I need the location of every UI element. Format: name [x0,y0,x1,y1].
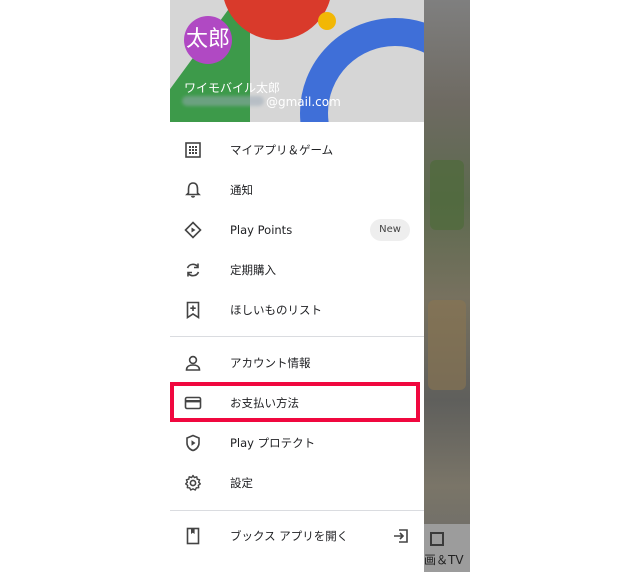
bottom-tab-movies[interactable]: 画＆TV [424,524,470,572]
divider [170,336,424,337]
person-icon [185,355,201,371]
menu-item-partial[interactable] [170,556,424,572]
open-app-icon[interactable] [392,567,410,572]
shield-play-icon [186,434,200,452]
user-name: ワイモバイル太郎 [184,81,281,95]
menu-item-play-protect[interactable]: Play プロテクト [170,423,424,463]
bell-icon [185,182,201,198]
menu-item-settings[interactable]: 設定 [170,463,424,503]
movie-icon [430,532,444,546]
menu-item-account-info[interactable]: アカウント情報 [170,343,424,383]
email-redacted [182,96,264,106]
menu-item-open-books[interactable]: ブックス アプリを開く [170,516,424,556]
movie-tab-label: 画＆TV [424,553,464,567]
partial-icon [184,567,202,572]
menu-item-label: アカウント情報 [230,356,311,370]
divider [170,510,424,511]
refresh-icon [186,263,200,277]
navigation-drawer: 太郎 ワイモバイル太郎 @gmail.com マイアプリ＆ゲーム 通知 Play… [170,0,424,572]
email-suffix: @gmail.com [266,95,341,109]
open-app-icon[interactable] [392,527,410,545]
menu-item-label: ほしいものリスト [230,303,322,317]
bookmark-add-icon [186,301,200,319]
menu-item-play-points[interactable]: Play Points New [170,210,424,250]
menu-item-label: 定期購入 [230,263,276,277]
new-badge: New [370,219,410,241]
avatar[interactable]: 太郎 [184,16,232,64]
background-app: 画＆TV [424,0,470,572]
phone-screen: 画＆TV 太郎 ワイモバイル太郎 @gmail.com マイアプリ＆ゲーム 通知… [170,0,470,572]
menu-item-wishlist[interactable]: ほしいものリスト [170,290,424,330]
menu-item-label: ブックス アプリを開く [230,529,349,543]
play-points-icon [184,221,202,239]
menu-item-label: Play Points [230,223,293,237]
menu-item-label: Play プロテクト [230,436,316,450]
menu-item-my-apps[interactable]: マイアプリ＆ゲーム [170,130,424,170]
menu-item-notifications[interactable]: 通知 [170,170,424,210]
menu-item-label: 通知 [230,183,253,197]
account-header[interactable]: 太郎 ワイモバイル太郎 @gmail.com [170,0,424,122]
menu-item-label: 設定 [230,476,253,490]
menu-item-label: マイアプリ＆ゲーム [230,143,334,157]
highlight-frame [170,382,420,422]
book-icon [186,527,200,545]
menu-item-subscriptions[interactable]: 定期購入 [170,250,424,290]
gear-icon [185,474,201,491]
apps-grid-icon [185,142,201,158]
